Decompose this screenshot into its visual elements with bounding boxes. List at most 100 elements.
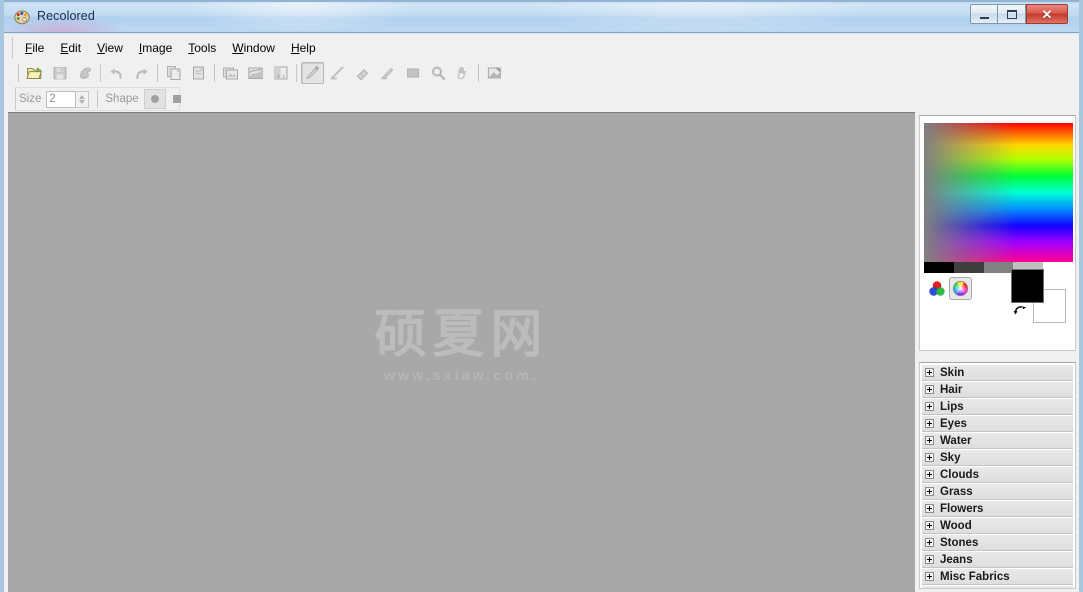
pen-tool-icon[interactable] [376, 62, 399, 84]
eraser-tool-icon[interactable] [351, 62, 374, 84]
paste-icon[interactable] [187, 62, 210, 84]
category-list-panel: Skin Hair Lips Eyes Water Sky Clouds Gra… [919, 362, 1076, 589]
expand-plus-icon[interactable] [925, 402, 934, 411]
menu-item-image[interactable]: Image [131, 38, 180, 59]
grayscale-strip[interactable] [924, 262, 1073, 273]
category-item-jeans[interactable]: Jeans [922, 552, 1073, 568]
application-window: Recolored ✕ File Edit View Image Tools W… [0, 0, 1083, 592]
foreground-color-swatch[interactable] [1011, 269, 1044, 303]
expand-plus-icon[interactable] [925, 555, 934, 564]
title-bar[interactable]: Recolored ✕ [0, 0, 1083, 33]
menu-item-window[interactable]: Window [224, 38, 283, 59]
swap-colors-icon[interactable] [1012, 302, 1032, 320]
toolbar-separator [478, 64, 479, 82]
palette-icon [14, 9, 30, 25]
mask-tool-icon[interactable] [483, 62, 506, 84]
zoom-tool-icon[interactable] [426, 62, 449, 84]
color-picker-panel [919, 115, 1076, 351]
category-item-water[interactable]: Water [922, 433, 1073, 449]
expand-plus-icon[interactable] [925, 436, 934, 445]
expand-plus-icon[interactable] [925, 504, 934, 513]
toolbar-separator [18, 64, 19, 82]
expand-plus-icon[interactable] [925, 521, 934, 530]
circle-shape-icon [150, 95, 159, 103]
brush-tool-icon[interactable] [301, 62, 324, 84]
category-item-stones[interactable]: Stones [922, 535, 1073, 551]
category-label: Wood [940, 519, 972, 532]
compare-view-icon[interactable] [269, 62, 292, 84]
category-label: Jeans [940, 553, 973, 566]
gray-swatch[interactable] [1043, 262, 1073, 273]
expand-plus-icon[interactable] [925, 572, 934, 581]
watermark: 硕夏网 www.sxiaw.com. [374, 309, 548, 383]
gray-swatch[interactable] [924, 262, 954, 273]
category-item-hair[interactable]: Hair [922, 382, 1073, 398]
open-file-icon[interactable] [23, 62, 46, 84]
color-gradient-field[interactable] [924, 123, 1073, 262]
line-tool-icon[interactable] [326, 62, 349, 84]
size-stepper[interactable] [76, 90, 90, 108]
copy-icon[interactable] [162, 62, 185, 84]
image-canvas[interactable]: 硕夏网 www.sxiaw.com. [8, 112, 915, 592]
menu-item-tools[interactable]: Tools [180, 38, 224, 59]
expand-plus-icon[interactable] [925, 487, 934, 496]
expand-plus-icon[interactable] [925, 368, 934, 377]
toolbar-group-history [104, 61, 154, 85]
expand-plus-icon[interactable] [925, 470, 934, 479]
category-item-sky[interactable]: Sky [922, 450, 1073, 466]
category-label: Metals [940, 588, 976, 589]
flip-image-icon[interactable] [244, 62, 267, 84]
title-bar-top-edge [0, 0, 1083, 2]
duplicate-layer-icon[interactable] [219, 62, 242, 84]
category-item-wood[interactable]: Wood [922, 518, 1073, 534]
rgb-color-mode-icon[interactable] [925, 277, 948, 300]
watermark-text-url: www.sxiaw.com. [383, 367, 540, 383]
round-brush-shape[interactable] [143, 89, 166, 109]
menu-item-file[interactable]: File [17, 38, 52, 59]
expand-plus-icon[interactable] [925, 538, 934, 547]
category-label: Clouds [940, 468, 979, 481]
save-file-icon[interactable] [48, 62, 71, 84]
menu-item-view[interactable]: View [89, 38, 131, 59]
gray-swatch[interactable] [983, 262, 1014, 273]
expand-plus-icon[interactable] [925, 453, 934, 462]
stepper-up-icon[interactable] [79, 94, 86, 99]
category-label: Lips [940, 400, 964, 413]
expand-plus-icon[interactable] [925, 419, 934, 428]
toolbar-separator [296, 64, 297, 82]
category-item-lips[interactable]: Lips [922, 399, 1073, 415]
gray-swatch[interactable] [953, 262, 984, 273]
minimize-button[interactable] [970, 4, 998, 24]
category-item-flowers[interactable]: Flowers [922, 501, 1073, 517]
category-item-metals[interactable]: Metals [922, 586, 1073, 589]
category-item-skin[interactable]: Skin [922, 365, 1073, 381]
undo-icon[interactable] [105, 62, 128, 84]
category-item-grass[interactable]: Grass [922, 484, 1073, 500]
maximize-button[interactable] [998, 4, 1026, 24]
toolbar-separator [157, 64, 158, 82]
size-input[interactable]: 2 [46, 90, 77, 108]
main-toolbar [12, 60, 507, 86]
shape-label: Shape [105, 93, 139, 105]
fill-tool-icon[interactable] [401, 62, 424, 84]
window-title: Recolored [37, 9, 95, 23]
hsv-color-mode-icon[interactable] [949, 277, 972, 300]
square-shape-icon [172, 95, 181, 103]
toolbar-group-image [218, 61, 293, 85]
stepper-down-icon[interactable] [79, 99, 86, 104]
category-label: Hair [940, 383, 963, 396]
square-brush-shape[interactable] [166, 89, 188, 109]
close-button[interactable]: ✕ [1026, 4, 1068, 24]
category-item-eyes[interactable]: Eyes [922, 416, 1073, 432]
save-as-icon[interactable] [73, 62, 96, 84]
category-label: Skin [940, 366, 965, 379]
redo-icon[interactable] [130, 62, 153, 84]
category-item-misc-fabrics[interactable]: Misc Fabrics [922, 569, 1073, 585]
menu-item-help[interactable]: Help [283, 38, 324, 59]
client-area: File Edit View Image Tools Window Help S… [4, 33, 1079, 592]
menu-item-edit[interactable]: Edit [52, 38, 89, 59]
category-item-clouds[interactable]: Clouds [922, 467, 1073, 483]
expand-plus-icon[interactable] [925, 385, 934, 394]
hand-tool-icon[interactable] [451, 62, 474, 84]
category-label: Eyes [940, 417, 967, 430]
